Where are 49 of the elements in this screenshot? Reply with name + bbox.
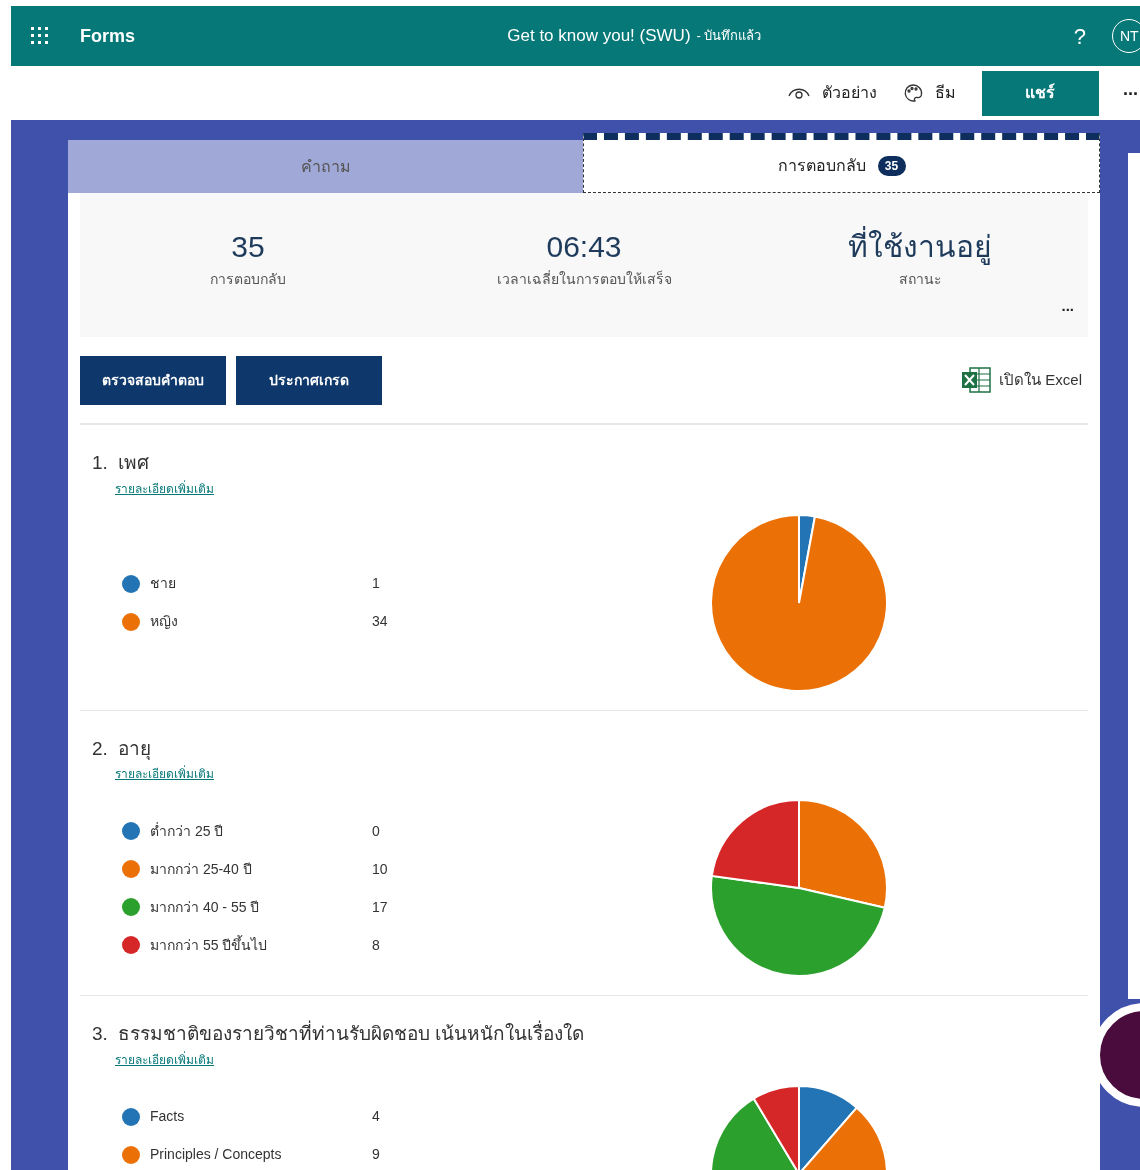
share-button[interactable]: แชร์ [982, 70, 1099, 116]
option-count: 10 [372, 859, 388, 879]
stat-value: 35 [231, 229, 265, 265]
option-label: มากกว่า 55 ปีขึ้นไป [150, 934, 269, 955]
toolbar-button[interactable]: ธีม [903, 81, 956, 105]
option-label: ต่ำกว่า 25 ปี [150, 821, 225, 841]
option-count: 17 [372, 897, 388, 917]
count-badge: 35 [877, 156, 906, 176]
option-label: มากกว่า 25-40 ปี [150, 859, 253, 879]
details-link[interactable]: รายละเอียดเพิ่มเติม [115, 1050, 214, 1069]
help-button[interactable]: ? [1073, 19, 1086, 53]
option-label: Facts [150, 1107, 186, 1126]
stat-value: ที่ใช้งานอยู่ [848, 227, 992, 267]
toolbar-button[interactable]: ตัวอย่าง [788, 81, 877, 105]
question-title: ธรรมชาติของรายวิชาที่ท่านรับผิดชอบ เน้นหนักในเรื่องใด [117, 1020, 585, 1049]
details-link[interactable]: รายละเอียดเพิ่มเติม [115, 765, 214, 783]
app-launcher-icon[interactable] [31, 27, 49, 45]
save-status: - บันทึกแล้ว [696, 27, 762, 46]
option-label: มากกว่า 40 - 55 ปี [150, 897, 261, 917]
more-button[interactable]: ... [1123, 80, 1138, 106]
excel-link[interactable]: เปิดใน Excel [961, 367, 1082, 393]
action-button[interactable]: ตรวจสอบคำตอบ [80, 355, 226, 405]
palette-icon [903, 83, 923, 103]
question-title: อายุ [117, 736, 151, 762]
option-label: ชาย [150, 574, 177, 593]
question-number: 3. [92, 1022, 108, 1046]
form-title: Get to know you! (SWU) [507, 25, 691, 48]
option-count: 4 [372, 1107, 380, 1126]
action-button[interactable]: ประกาศเกรด [236, 355, 382, 405]
spreadsheet-icon [961, 367, 992, 393]
more-button[interactable]: ... [1061, 298, 1074, 313]
tab[interactable]: การตอบกลับ 35 [583, 133, 1100, 193]
option-count: 1 [372, 574, 380, 593]
details-link[interactable]: รายละเอียดเพิ่มเติม [115, 479, 214, 498]
option-count: 9 [372, 1145, 380, 1164]
stat-label: การตอบกลับ [210, 270, 286, 289]
question-number: 2. [92, 736, 108, 761]
stat-label: เวลาเฉลี่ยในการตอบให้เสร็จ [496, 269, 672, 289]
app-name[interactable]: Forms [80, 22, 135, 50]
option-count: 8 [372, 935, 380, 955]
option-label: หญิง [150, 612, 179, 631]
stat-value: 06:43 [546, 229, 622, 265]
option-count: 0 [372, 821, 380, 841]
eye-icon [788, 86, 810, 100]
question-number: 1. [92, 451, 108, 475]
question-title: เพศ [117, 451, 149, 475]
option-label: Principles / Concepts [150, 1145, 283, 1164]
option-count: 34 [372, 612, 388, 631]
stat-label: สถานะ [898, 270, 942, 289]
